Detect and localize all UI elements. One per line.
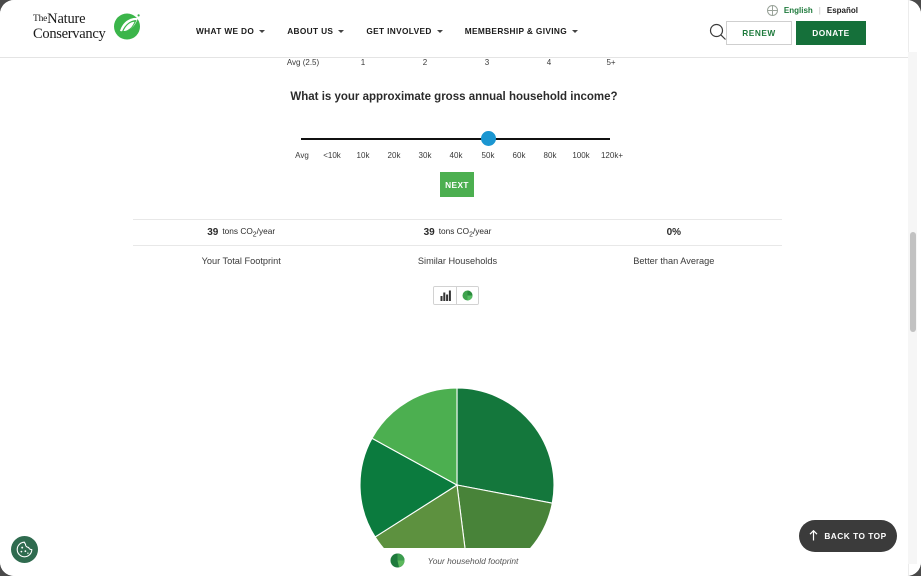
stat-similar-households-value: 39 tons CO2/year: [349, 220, 565, 245]
pie-slice-travel[interactable]: [456, 387, 555, 504]
slider-tick-avg[interactable]: Avg: [295, 151, 309, 160]
next-button[interactable]: NEXT: [440, 172, 474, 197]
stat-number: 39: [207, 227, 219, 238]
pie-swatch-icon: [390, 553, 405, 568]
language-spanish[interactable]: Español: [827, 6, 858, 15]
slider-tick: 4: [546, 58, 552, 67]
pie-chart-icon[interactable]: [456, 287, 478, 304]
slider-track[interactable]: [301, 138, 610, 140]
slider-tick-120kplus[interactable]: 120k+: [601, 151, 623, 160]
back-to-top-label: BACK TO TOP: [824, 531, 887, 541]
main-navigation: WHAT WE DO ABOUT US GET INVOLVED MEMBERS…: [196, 26, 579, 36]
donate-button[interactable]: DONATE: [796, 21, 866, 45]
logo-wordmark: TheNature Conservancy: [33, 11, 106, 42]
logo-line1-small: The: [33, 14, 48, 24]
slider-thumb[interactable]: [481, 131, 496, 146]
chevron-down-icon: [572, 30, 579, 33]
question-text: What is your approximate gross annual ho…: [290, 91, 618, 103]
legend-label: Your household footprint: [427, 555, 519, 566]
footprint-pie-chart: Travel Home Food Goods Services: [0, 308, 908, 576]
page-content: Avg (2.5) 1 2 3 4 5+ What is your approx…: [0, 46, 908, 576]
slider-tick: 2: [422, 58, 428, 67]
chart-legend: Your household footprint: [0, 553, 908, 568]
nav-item-get-involved[interactable]: GET INVOLVED: [366, 26, 443, 36]
slider-tick-100k[interactable]: 100k: [572, 151, 589, 160]
slider-tick-50k[interactable]: 50k: [482, 151, 495, 160]
nav-label: WHAT WE DO: [196, 26, 255, 36]
income-slider[interactable]: Avg <10k 10k 20k 30k 40k 50k 60k 80k 100…: [0, 131, 908, 171]
slider-tick-30k[interactable]: 30k: [419, 151, 432, 160]
stat-better-than-average-value: 0%: [566, 220, 782, 245]
stat-unit: tons CO2/year: [438, 226, 492, 239]
nav-label: GET INVOLVED: [366, 26, 432, 36]
language-selector: English | Español: [766, 5, 858, 16]
renew-button[interactable]: RENEW: [726, 21, 792, 45]
chevron-down-icon: [436, 30, 443, 33]
cookie-icon[interactable]: [11, 536, 38, 563]
bar-chart-icon[interactable]: [434, 287, 456, 304]
pie-chart-svg: [359, 387, 555, 576]
logo-line2: Conservancy: [33, 25, 106, 42]
slider-tick: 5+: [606, 58, 616, 67]
arrow-up-icon: [809, 529, 818, 543]
back-to-top-button[interactable]: BACK TO TOP: [799, 520, 897, 552]
nav-item-membership-giving[interactable]: MEMBERSHIP & GIVING: [464, 26, 579, 36]
site-header: TheNature Conservancy WHAT WE DO ABOUT U…: [0, 0, 908, 58]
slider-tick-40k[interactable]: 40k: [450, 151, 463, 160]
slider-tick-80k[interactable]: 80k: [544, 151, 557, 160]
results-stats-labels: Your Total Footprint Similar Households …: [133, 246, 782, 276]
stat-label-total-footprint: Your Total Footprint: [201, 256, 281, 266]
slider-tick: 1: [360, 58, 366, 67]
slider-tick-labels: Avg <10k 10k 20k 30k 40k 50k 60k 80k 100…: [0, 151, 908, 165]
stat-number: 0%: [666, 227, 682, 238]
stat-number: 39: [423, 227, 435, 238]
nav-label: ABOUT US: [287, 26, 334, 36]
slider-tick-60k[interactable]: 60k: [513, 151, 526, 160]
language-separator: |: [818, 6, 821, 15]
language-english[interactable]: English: [784, 6, 813, 15]
stat-unit: tons CO2/year: [222, 226, 276, 239]
results-stats-row: 39 tons CO2/year 39 tons CO2/year 0%: [133, 219, 782, 246]
browser-window: TheNature Conservancy WHAT WE DO ABOUT U…: [0, 0, 921, 576]
slider-tick: Avg (2.5): [286, 58, 320, 67]
stat-label-similar-households: Similar Households: [417, 256, 498, 266]
chevron-down-icon: [259, 30, 266, 33]
slider-tick-lt10k[interactable]: <10k: [323, 151, 341, 160]
globe-leaf-logo-icon: [111, 13, 141, 40]
site-logo[interactable]: TheNature Conservancy: [33, 12, 141, 42]
nav-item-what-we-do[interactable]: WHAT WE DO: [196, 26, 266, 36]
logo-line1: Nature: [47, 11, 86, 27]
nav-item-about-us[interactable]: ABOUT US: [287, 26, 345, 36]
slider-tick: 3: [484, 58, 490, 67]
globe-icon: [766, 5, 778, 16]
chart-type-toggle: [433, 286, 479, 305]
slider-tick-10k[interactable]: 10k: [357, 151, 370, 160]
nav-label: MEMBERSHIP & GIVING: [464, 26, 568, 36]
slider-tick-20k[interactable]: 20k: [388, 151, 401, 160]
stat-label-better-than-average: Better than Average: [633, 256, 715, 266]
vertical-scrollbar-thumb[interactable]: [910, 232, 916, 332]
stat-total-footprint-value: 39 tons CO2/year: [133, 220, 349, 245]
chevron-down-icon: [338, 30, 345, 33]
search-icon[interactable]: [709, 23, 727, 41]
